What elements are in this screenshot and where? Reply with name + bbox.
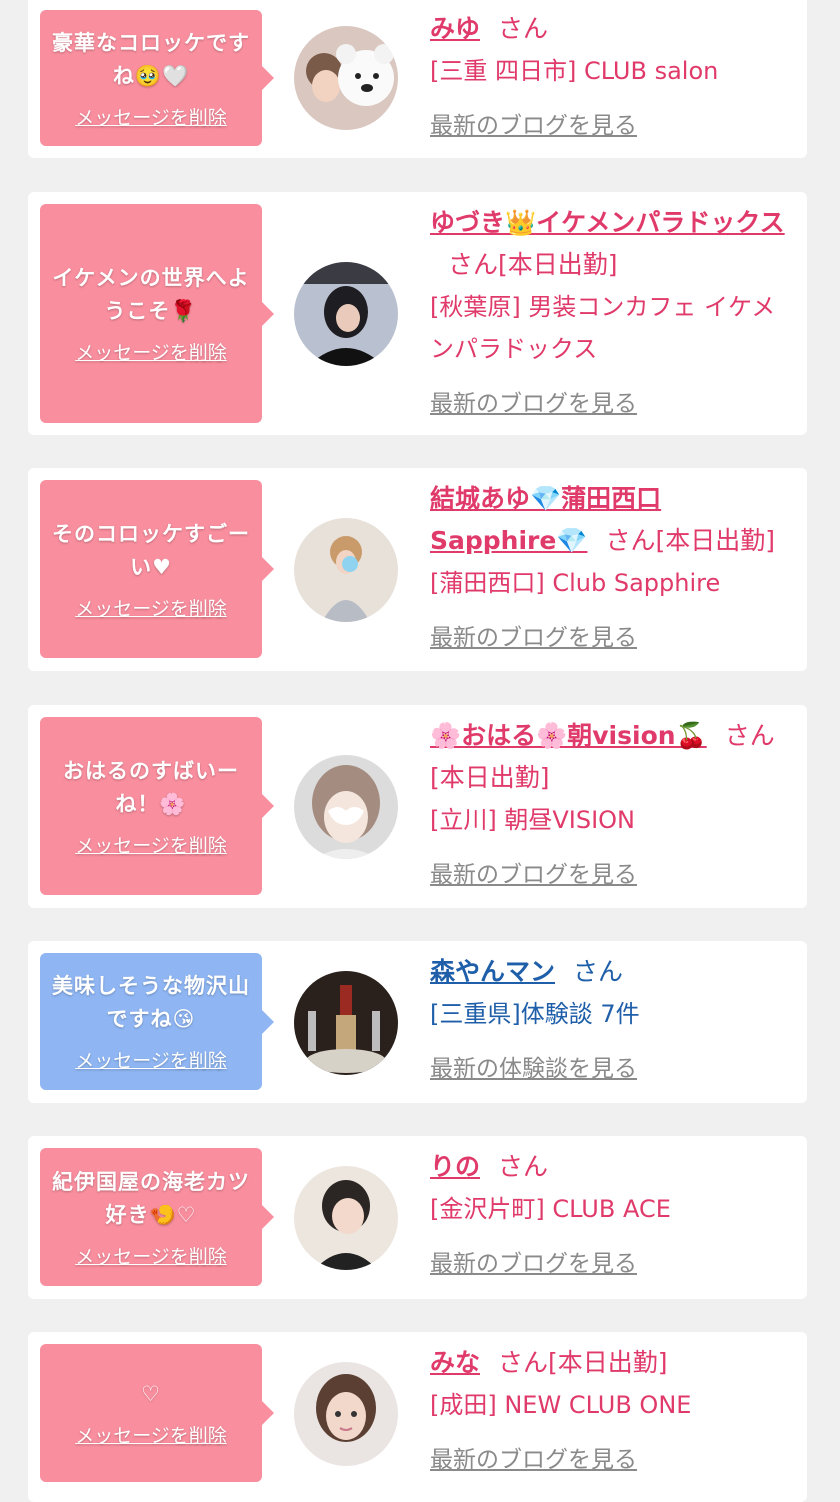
delete-message-link[interactable]: メッセージを削除 xyxy=(75,1242,227,1269)
message-card: おはるのすばいーね！🌸 メッセージを削除 🌸おはる🌸朝vision🍒 さん [本日… xyxy=(28,705,807,908)
message-text: ♡ xyxy=(141,1382,161,1406)
message-card: イケメンの世界へようこそ🌹 メッセージを削除 ゆづき👑イケメンパラドックスさん[… xyxy=(28,192,807,435)
avatar[interactable] xyxy=(294,971,398,1075)
message-bubble: そのコロッケすごーい♥ メッセージを削除 xyxy=(40,480,274,658)
latest-blog-link[interactable]: 最新のブログを見る xyxy=(430,855,637,889)
shop-text: [立川] 朝昼VISION xyxy=(430,806,636,834)
honorific: さん[本日出勤] xyxy=(498,1348,668,1377)
message-text: 豪華なコロッケですね🥹🤍 xyxy=(52,30,250,88)
avatar[interactable] xyxy=(294,518,398,622)
avatar[interactable] xyxy=(294,26,398,130)
message-text: 紀伊国屋の海老カツ好き🍤♡ xyxy=(52,1169,250,1227)
delete-message-link[interactable]: メッセージを削除 xyxy=(75,103,227,130)
message-text: そのコロッケすごーい♥ xyxy=(52,521,250,579)
message-card: 美味しそうな物沢山ですね😘 メッセージを削除 森やんマン さん [三重県]体験談 … xyxy=(28,941,807,1103)
delete-message-link[interactable]: メッセージを削除 xyxy=(75,594,227,621)
latest-review-link[interactable]: 最新の体験談を見る xyxy=(430,1049,637,1083)
user-info: みな さん[本日出勤] [成田] NEW CLUB ONE 最新のブログを見る xyxy=(430,1342,785,1474)
latest-blog-link[interactable]: 最新のブログを見る xyxy=(430,1440,637,1474)
message-text: 美味しそうな物沢山ですね😘 xyxy=(52,974,250,1031)
attendance-status: [本日出勤] xyxy=(430,763,550,792)
user-info: 結城あゆ💎蒲田西口Sapphire💎 さん[本日出勤] [蒲田西口] Club S… xyxy=(430,478,785,652)
shop-text: [秋葉原] 男装コンカフェ イケメンパラドックス xyxy=(430,293,776,363)
user-name-link[interactable]: みゆ xyxy=(430,14,480,43)
latest-blog-link[interactable]: 最新のブログを見る xyxy=(430,1244,637,1278)
user-name-link[interactable]: 森やんマン xyxy=(430,957,555,986)
user-info: りの さん [金沢片町] CLUB ACE 最新のブログを見る xyxy=(430,1146,785,1278)
shop-text: [金沢片町] CLUB ACE xyxy=(430,1195,671,1223)
user-info: 🌸おはる🌸朝vision🍒 さん [本日出勤] [立川] 朝昼VISION 最新の… xyxy=(430,715,785,889)
message-bubble: イケメンの世界へようこそ🌹 メッセージを削除 xyxy=(40,204,274,423)
user-name-link[interactable]: みな xyxy=(430,1348,480,1377)
message-bubble: 豪華なコロッケですね🥹🤍 メッセージを削除 xyxy=(40,10,274,146)
user-name-link[interactable]: りの xyxy=(430,1152,480,1181)
message-card: そのコロッケすごーい♥ メッセージを削除 結城あゆ💎蒲田西口Sapphire💎 さ… xyxy=(28,468,807,671)
honorific: さん[本日出勤] xyxy=(448,250,618,279)
latest-blog-link[interactable]: 最新のブログを見る xyxy=(430,106,637,140)
message-bubble: 美味しそうな物沢山ですね😘 メッセージを削除 xyxy=(40,953,274,1090)
message-text: イケメンの世界へようこそ🌹 xyxy=(52,266,250,323)
message-card: 豪華なコロッケですね🥹🤍 メッセージを削除 みゆ さん [三重 四日市] CLUB… xyxy=(28,0,807,158)
message-bubble: おはるのすばいーね！🌸 メッセージを削除 xyxy=(40,717,274,895)
honorific: さん xyxy=(498,14,549,43)
user-info: ゆづき👑イケメンパラドックスさん[本日出勤] [秋葉原] 男装コンカフェ イケメ… xyxy=(430,202,785,418)
shop-text: [蒲田西口] Club Sapphire xyxy=(430,569,721,597)
shop-text: [三重県]体験談 7件 xyxy=(430,1000,640,1028)
honorific: さん[本日出勤] xyxy=(605,526,775,555)
delete-message-link[interactable]: メッセージを削除 xyxy=(75,338,227,365)
shop-text: [三重 四日市] CLUB salon xyxy=(430,57,719,85)
honorific: さん xyxy=(573,957,624,986)
honorific: さん xyxy=(724,721,775,750)
delete-message-link[interactable]: メッセージを削除 xyxy=(75,1046,227,1073)
message-card: 紀伊国屋の海老カツ好き🍤♡ メッセージを削除 りの さん [金沢片町] CLUB … xyxy=(28,1136,807,1299)
message-text: おはるのすばいーね！🌸 xyxy=(63,758,239,816)
latest-blog-link[interactable]: 最新のブログを見る xyxy=(430,618,637,652)
avatar[interactable] xyxy=(294,262,398,366)
user-info: みゆ さん [三重 四日市] CLUB salon 最新のブログを見る xyxy=(430,8,785,140)
shop-text: [成田] NEW CLUB ONE xyxy=(430,1391,692,1419)
delete-message-link[interactable]: メッセージを削除 xyxy=(75,831,227,858)
user-name-link[interactable]: ゆづき👑イケメンパラドックス xyxy=(430,208,785,237)
user-info: 森やんマン さん [三重県]体験談 7件 最新の体験談を見る xyxy=(430,951,785,1083)
message-card: ♡ メッセージを削除 みな さん[本日出勤] [成田] NEW CLUB ONE … xyxy=(28,1332,807,1502)
avatar[interactable] xyxy=(294,755,398,859)
avatar[interactable] xyxy=(294,1166,398,1270)
message-bubble: ♡ メッセージを削除 xyxy=(40,1344,274,1482)
honorific: さん xyxy=(498,1152,549,1181)
message-bubble: 紀伊国屋の海老カツ好き🍤♡ メッセージを削除 xyxy=(40,1148,274,1286)
avatar[interactable] xyxy=(294,1362,398,1466)
user-name-link[interactable]: 🌸おはる🌸朝vision🍒 xyxy=(430,721,707,750)
delete-message-link[interactable]: メッセージを削除 xyxy=(75,1421,227,1448)
latest-blog-link[interactable]: 最新のブログを見る xyxy=(430,384,637,418)
